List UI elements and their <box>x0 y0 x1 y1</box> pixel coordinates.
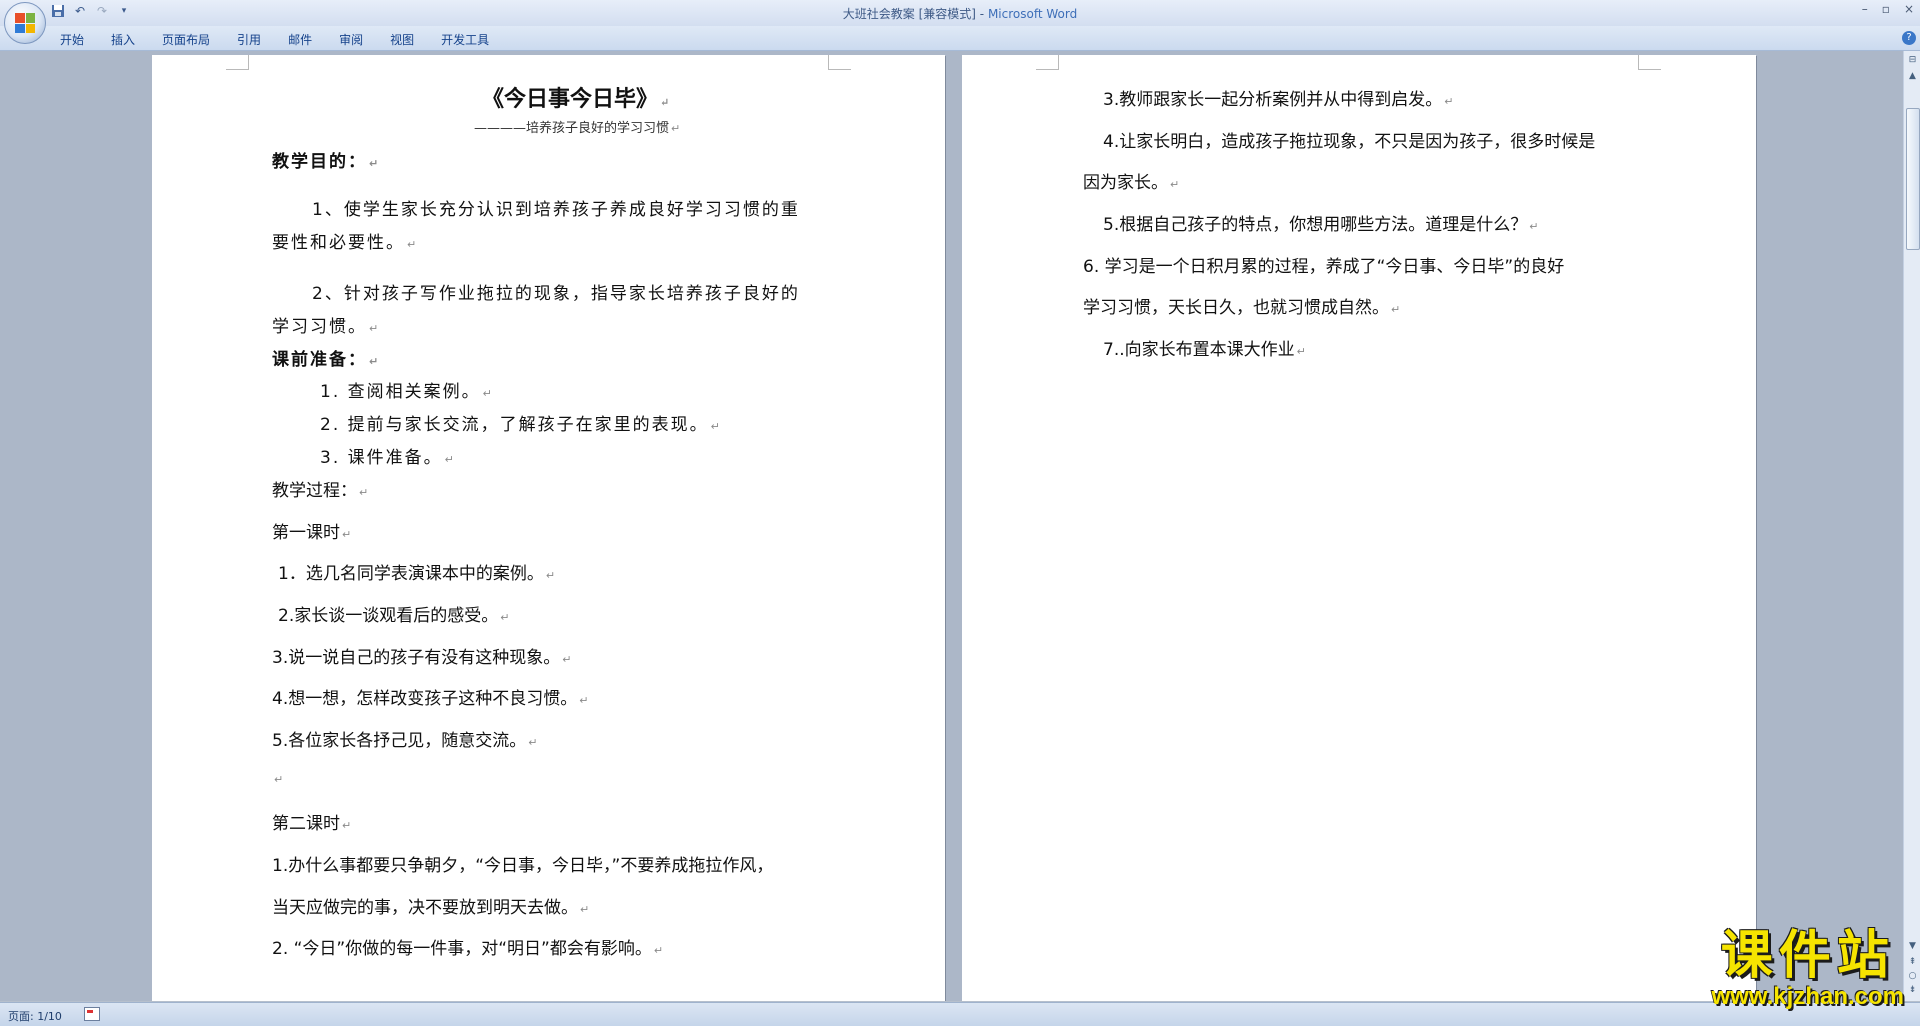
document-title: 大班社会教案 [兼容模式] <box>842 7 976 21</box>
page2-item-6-line-2: 学习习惯，天长日久，也就习惯成自然。 ↵ <box>1083 298 1401 318</box>
empty-paragraph: ↵ <box>274 773 284 786</box>
ribbon-tabs: 开始 插入 页面布局 引用 邮件 审阅 视图 开发工具 <box>60 31 516 48</box>
lesson-1-item-4: 4.想一想，怎样改变孩子这种不良习惯。 ↵ <box>272 689 589 709</box>
document-page-1[interactable]: 《今日事今日毕》 ↵ ————培养孩子良好的学习习惯 ↵ 教学目的： ↵ 1、使学生家… <box>152 55 945 1001</box>
margin-corner-mark <box>828 55 851 70</box>
title-bar: ↶ ↷ ▾ 大班社会教案 [兼容模式] - Microsoft Word – ▫… <box>0 0 1920 44</box>
tab-page-layout[interactable]: 页面布局 <box>162 31 223 48</box>
document-subtitle: ————培养孩子良好的学习习惯 ↵ <box>474 121 681 136</box>
margin-corner-mark <box>1638 55 1661 70</box>
title-separator: - <box>975 7 988 21</box>
watermark-chinese: 课件站 <box>1720 926 1895 986</box>
goal-2-line-1: 2、针对孩子写作业拖拉的现象，指导家长培养孩子良好的 <box>312 284 800 304</box>
goal-1-line-1: 1、使学生家长充分认识到培养孩子养成良好学习习惯的重 <box>312 200 800 220</box>
tab-developer[interactable]: 开发工具 <box>441 31 502 48</box>
tab-insert[interactable]: 插入 <box>111 31 148 48</box>
vertical-scrollbar[interactable]: ⊟ ▲ ▼ ⇞ ○ ⇟ <box>1903 51 1920 1001</box>
tab-references[interactable]: 引用 <box>237 31 274 48</box>
ribbon-tab-bar: 开始 插入 页面布局 引用 邮件 审阅 视图 开发工具 ? <box>0 26 1920 51</box>
tab-review[interactable]: 审阅 <box>339 31 376 48</box>
ruler-toggle-icon[interactable]: ⊟ <box>1905 53 1920 67</box>
close-button[interactable]: × <box>1904 2 1914 16</box>
window-title: 大班社会教案 [兼容模式] - Microsoft Word <box>0 5 1920 22</box>
process-heading: 教学过程： ↵ <box>272 481 369 501</box>
prep-item-3: 3. 课件准备。 ↵ <box>320 448 456 468</box>
lesson-2-item-1-line-1: 1.办什么事都要只争朝夕，“今日事，今日毕，”不要养成拖拉作风， <box>272 856 774 876</box>
lesson-1-item-2: 2.家长谈一谈观看后的感受。 ↵ <box>278 606 510 626</box>
lesson-2-heading: 第二课时 ↵ <box>272 814 352 834</box>
page2-item-4-line-2: 因为家长。 ↵ <box>1083 173 1180 193</box>
scroll-up-arrow-icon[interactable]: ▲ <box>1905 69 1920 83</box>
lesson-1-item-1: 1．选几名同学表演课本中的案例。 ↵ <box>278 564 556 584</box>
kjzhan-watermark: 课件站 www.kjzhan.com <box>1712 928 1904 1010</box>
minimize-button[interactable]: – <box>1862 2 1868 16</box>
page-count-status[interactable]: 页面: 1/10 <box>8 1008 62 1024</box>
window-controls: – ▫ × <box>1862 2 1914 16</box>
lesson-2-item-1-line-2: 当天应做完的事，决不要放到明天去做。 ↵ <box>272 898 590 918</box>
previous-page-icon[interactable]: ⇞ <box>1905 955 1920 969</box>
office-logo-icon <box>15 13 35 33</box>
office-button[interactable] <box>4 2 46 44</box>
tab-home[interactable]: 开始 <box>60 31 97 48</box>
prep-item-2: 2. 提前与家长交流，了解孩子在家里的表现。 ↵ <box>320 415 722 435</box>
help-icon[interactable]: ? <box>1902 31 1916 45</box>
page2-item-4-line-1: 4.让家长明白，造成孩子拖拉现象，不只是因为孩子，很多时候是 <box>1103 132 1596 152</box>
scroll-down-arrow-icon[interactable]: ▼ <box>1905 939 1920 953</box>
goal-2-line-2: 学习习惯。 ↵ <box>272 317 381 337</box>
prep-heading: 课前准备： ↵ <box>272 350 381 370</box>
lesson-1-item-5: 5.各位家长各抒己见，随意交流。 ↵ <box>272 731 538 751</box>
status-bar: 页面: 1/10 <box>0 1002 1920 1026</box>
document-page-2[interactable]: 3.教师跟家长一起分析案例并从中得到启发。 ↵ 4.让家长明白，造成孩子拖拉现象，… <box>962 55 1756 1001</box>
watermark-url: www.kjzhan.com <box>1711 983 1904 1010</box>
page2-item-3: 3.教师跟家长一起分析案例并从中得到启发。 ↵ <box>1103 90 1454 110</box>
goal-heading: 教学目的： ↵ <box>272 152 381 172</box>
scrollbar-thumb[interactable] <box>1906 108 1920 250</box>
tab-mailings[interactable]: 邮件 <box>288 31 325 48</box>
proofing-status-icon[interactable] <box>84 1007 100 1021</box>
page2-item-6-line-1: 6. 学习是一个日积月累的过程，养成了“今日事、今日毕”的良好 <box>1083 257 1565 277</box>
prep-item-1: 1. 查阅相关案例。 ↵ <box>320 382 494 402</box>
restore-button[interactable]: ▫ <box>1882 2 1890 16</box>
browse-object-icon[interactable]: ○ <box>1905 969 1920 983</box>
app-name: Microsoft Word <box>987 7 1078 21</box>
goal-1-line-2: 要性和必要性。 ↵ <box>272 233 419 253</box>
lesson-1-item-3: 3.说一说自己的孩子有没有这种现象。 ↵ <box>272 648 572 668</box>
document-workspace: 《今日事今日毕》 ↵ ————培养孩子良好的学习习惯 ↵ 教学目的： ↵ 1、使学生家… <box>0 51 1903 1001</box>
document-title-heading: 《今日事今日毕》 ↵ <box>482 86 670 112</box>
page2-item-7: 7..向家长布置本课大作业 ↵ <box>1103 340 1306 360</box>
margin-corner-mark <box>226 55 249 70</box>
lesson-2-item-2: 2. “今日”你做的每一件事，对“明日”都会有影响。 ↵ <box>272 939 664 959</box>
page2-item-5: 5.根据自己孩子的特点，你想用哪些方法。道理是什么？ ↵ <box>1103 215 1539 235</box>
tab-view[interactable]: 视图 <box>390 31 427 48</box>
next-page-icon[interactable]: ⇟ <box>1905 983 1920 997</box>
lesson-1-heading: 第一课时 ↵ <box>272 523 352 543</box>
margin-corner-mark <box>1036 55 1059 70</box>
